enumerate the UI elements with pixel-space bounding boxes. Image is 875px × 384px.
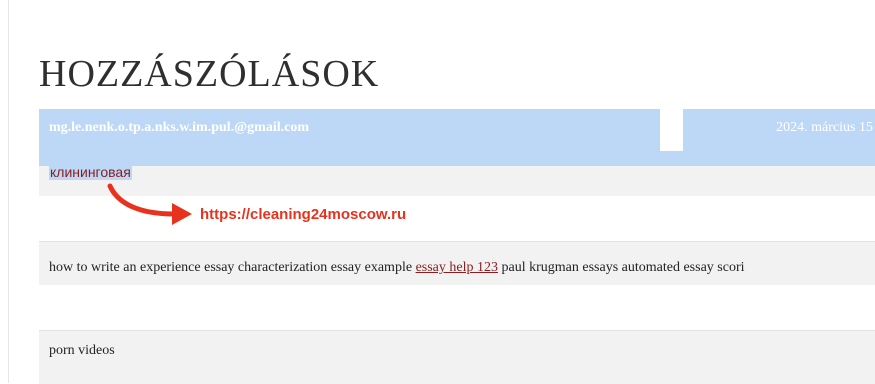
red-arrow-icon bbox=[107, 183, 192, 225]
comment-row bbox=[39, 330, 875, 384]
comment-text-after: paul krugman essays automated essay scor… bbox=[498, 260, 745, 275]
annotation-url: https://cleaning24moscow.ru bbox=[200, 206, 407, 223]
comment-text: porn videos bbox=[49, 343, 115, 358]
comment-author-email: mg.le.nenk.o.tp.a.nks.w.im.pul.@gmail.co… bbox=[49, 120, 309, 135]
left-border bbox=[8, 0, 9, 383]
comment-date: 2024. március 15 bbox=[776, 120, 873, 135]
comment-inline-link[interactable]: essay help 123 bbox=[416, 260, 498, 275]
comment-text: how to write an experience essay charact… bbox=[49, 260, 745, 276]
page-title: HOZZÁSZÓLÁSOK bbox=[39, 53, 380, 95]
comment-text-before: how to write an experience essay charact… bbox=[49, 260, 416, 275]
comment-link[interactable]: клининговая bbox=[49, 164, 132, 180]
selection-band bbox=[39, 151, 875, 166]
